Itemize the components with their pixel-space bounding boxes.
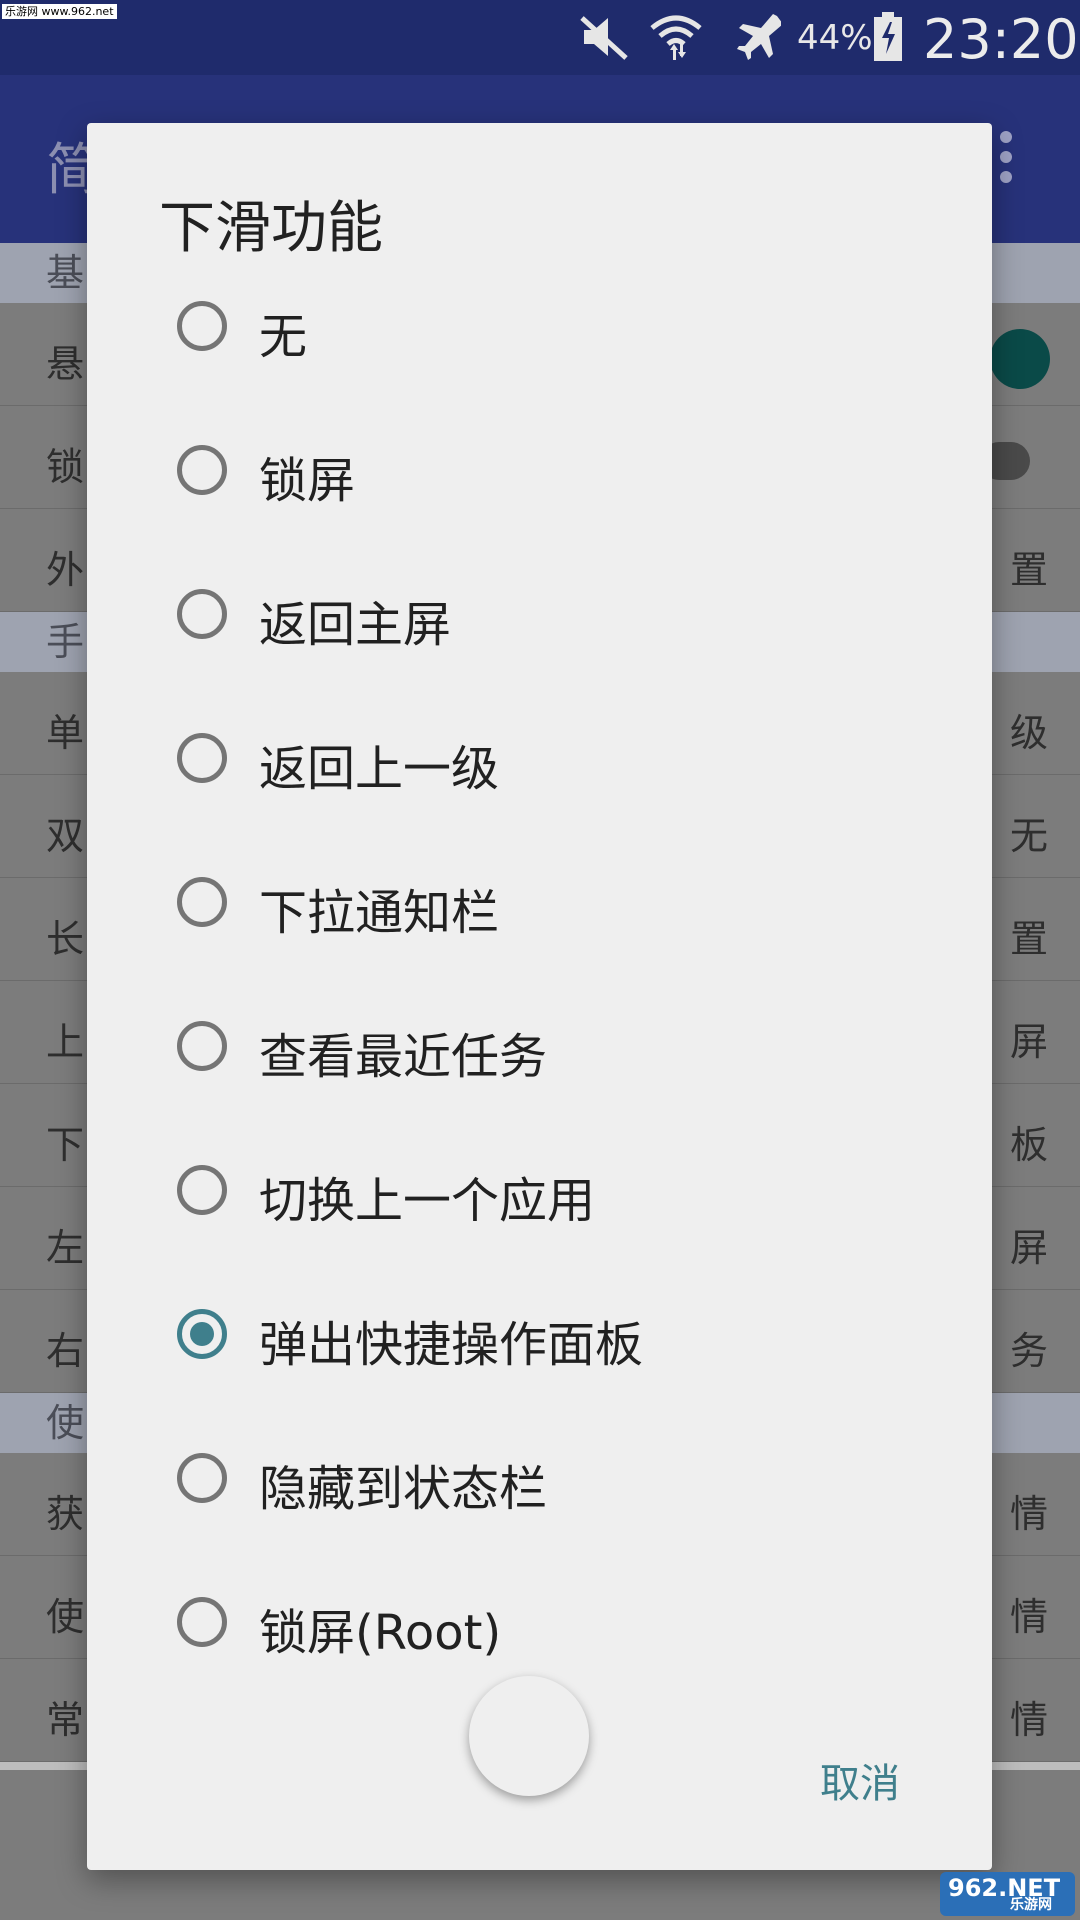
radio-button[interactable] (177, 1597, 227, 1647)
option-notification-shade[interactable]: 下拉通知栏 (177, 877, 877, 973)
radio-button[interactable] (177, 1021, 227, 1071)
status-bar: 乐游网 www.962.net 44% 23:20 (0, 0, 1080, 75)
list-item-value: 置 (1009, 548, 1048, 592)
list-item-label: 长 (46, 917, 85, 961)
list-item-value: 置 (1009, 917, 1048, 961)
site-logo-watermark: 962.NET 乐游网 (940, 1872, 1075, 1916)
floating-ball[interactable] (469, 1676, 589, 1796)
option-lock-screen[interactable]: 锁屏 (177, 445, 877, 541)
watermark-text: 乐游网 www.962.net (2, 4, 117, 19)
option-home[interactable]: 返回主屏 (177, 589, 877, 685)
swipe-down-function-dialog: 下滑功能 无 锁屏 返回主屏 返回上一级 下拉通知栏 查看最近任务 切换上一个应… (87, 123, 992, 1870)
wifi-icon (650, 15, 702, 60)
list-item-label: 左 (46, 1226, 85, 1270)
mute-icon (580, 16, 628, 60)
option-recent-tasks[interactable]: 查看最近任务 (177, 1021, 877, 1117)
airplane-icon (737, 14, 781, 60)
option-label: 返回主屏 (259, 597, 452, 653)
radio-button[interactable] (177, 877, 227, 927)
list-item-value: 屏 (1009, 1226, 1048, 1270)
list-item-label: 悬 (46, 342, 85, 386)
list-item-label: 双 (46, 814, 85, 858)
option-label: 返回上一级 (259, 741, 500, 797)
list-item-label: 锁 (46, 445, 85, 489)
option-back[interactable]: 返回上一级 (177, 733, 877, 829)
option-hide-to-statusbar[interactable]: 隐藏到状态栏 (177, 1453, 877, 1549)
list-item-label: 外 (46, 548, 85, 592)
cancel-button[interactable]: 取消 (820, 1751, 900, 1809)
option-label: 查看最近任务 (259, 1029, 548, 1085)
battery-percent: 44% (797, 18, 873, 58)
list-item-value: 板 (1009, 1123, 1048, 1167)
radio-button[interactable] (177, 1453, 227, 1503)
list-item-label: 常 (46, 1698, 85, 1742)
toggle-switch[interactable] (990, 329, 1050, 389)
dialog-title: 下滑功能 (159, 196, 383, 261)
option-none[interactable]: 无 (177, 301, 877, 397)
option-label: 弹出快捷操作面板 (259, 1317, 644, 1373)
radio-button[interactable] (177, 589, 227, 639)
option-label: 切换上一个应用 (259, 1173, 596, 1229)
option-label: 锁屏(Root) (259, 1605, 502, 1661)
list-item-value: 级 (1009, 711, 1048, 755)
radio-button[interactable] (177, 301, 227, 351)
option-quick-panel[interactable]: 弹出快捷操作面板 (177, 1309, 877, 1405)
battery-charging-icon (874, 12, 902, 61)
list-item-value: 情 (1009, 1698, 1048, 1742)
radio-button[interactable] (177, 445, 227, 495)
list-item-label: 右 (46, 1329, 85, 1373)
logo-sub-text: 乐游网 (1010, 1897, 1052, 1913)
radio-button-selected[interactable] (177, 1309, 227, 1359)
option-label: 锁屏 (259, 453, 356, 509)
list-item-label: 下 (46, 1123, 85, 1167)
list-item-value: 务 (1009, 1329, 1048, 1373)
option-label: 下拉通知栏 (259, 885, 500, 941)
list-item-label: 使 (46, 1595, 85, 1639)
list-item-label: 单 (46, 711, 85, 755)
option-switch-last-app[interactable]: 切换上一个应用 (177, 1165, 877, 1261)
list-item-label: 获 (46, 1492, 85, 1536)
option-label: 无 (259, 309, 308, 365)
option-label: 隐藏到状态栏 (259, 1461, 548, 1517)
list-item-value: 屏 (1009, 1020, 1048, 1064)
radio-button[interactable] (177, 1165, 227, 1215)
list-item-label: 上 (46, 1020, 85, 1064)
clock: 23:20 (923, 8, 1079, 71)
list-item-value: 无 (1009, 814, 1048, 858)
more-vert-icon[interactable] (998, 131, 1014, 191)
list-item-value: 情 (1009, 1492, 1048, 1536)
list-item-value: 情 (1009, 1595, 1048, 1639)
radio-button[interactable] (177, 733, 227, 783)
